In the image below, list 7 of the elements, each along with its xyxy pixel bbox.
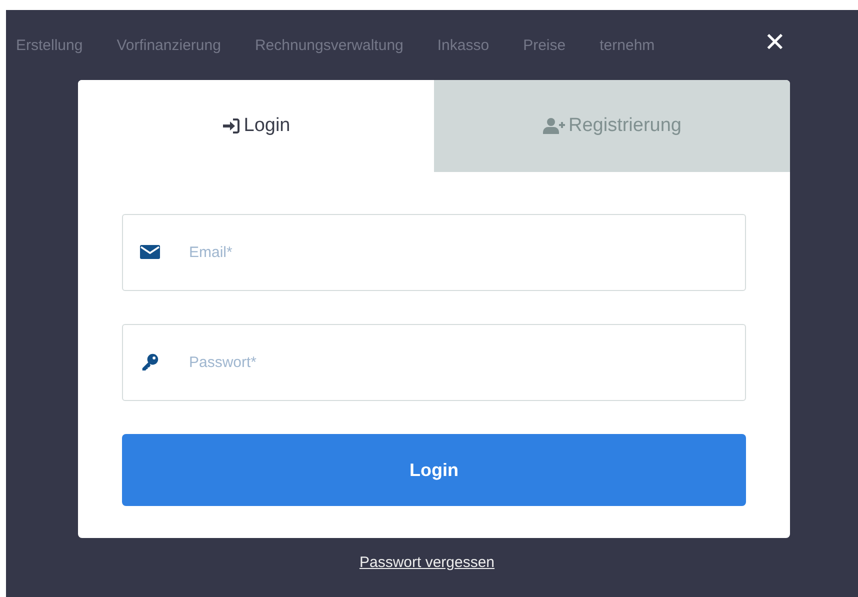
login-button[interactable]: Login <box>122 434 746 506</box>
input-field[interactable]: Passwort* <box>122 324 746 401</box>
user-plus-icon <box>542 118 564 134</box>
close-button[interactable]: ✕ <box>764 28 786 58</box>
sign-in-icon <box>222 118 240 134</box>
forgot-password-link[interactable]: Passwort vergessen <box>359 554 495 571</box>
input-field[interactable]: Email* <box>122 214 746 291</box>
